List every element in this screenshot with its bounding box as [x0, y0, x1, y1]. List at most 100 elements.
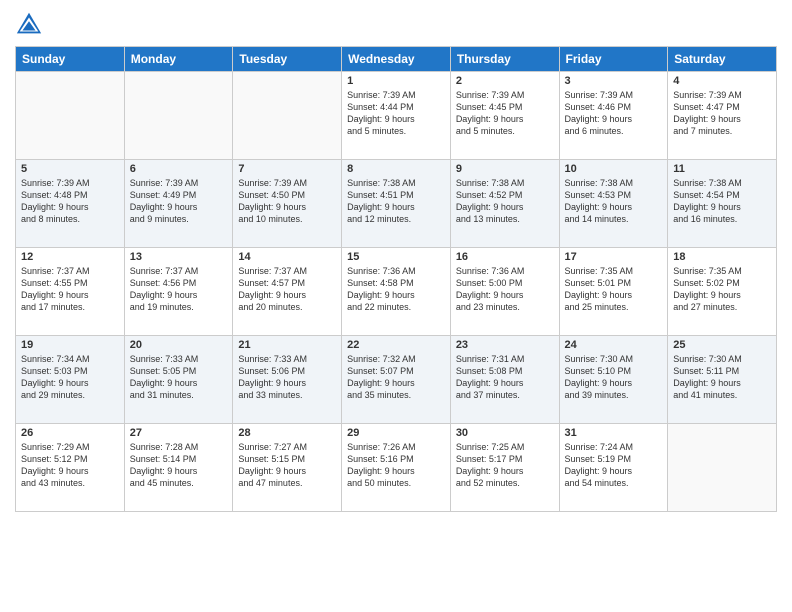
day-info: Sunrise: 7:37 AM Sunset: 4:57 PM Dayligh… — [238, 265, 336, 314]
day-number: 28 — [238, 427, 336, 439]
day-info: Sunrise: 7:38 AM Sunset: 4:52 PM Dayligh… — [456, 177, 554, 226]
calendar-table: SundayMondayTuesdayWednesdayThursdayFrid… — [15, 46, 777, 512]
day-info: Sunrise: 7:37 AM Sunset: 4:55 PM Dayligh… — [21, 265, 119, 314]
page-header — [15, 10, 777, 38]
day-info: Sunrise: 7:30 AM Sunset: 5:10 PM Dayligh… — [565, 353, 663, 402]
weekday-header-saturday: Saturday — [668, 47, 777, 72]
day-cell: 13 Sunrise: 7:37 AM Sunset: 4:56 PM Dayli… — [124, 248, 233, 336]
day-info: Sunrise: 7:32 AM Sunset: 5:07 PM Dayligh… — [347, 353, 445, 402]
day-cell: 24 Sunrise: 7:30 AM Sunset: 5:10 PM Dayli… — [559, 336, 668, 424]
day-cell — [233, 72, 342, 160]
calendar-header-row: SundayMondayTuesdayWednesdayThursdayFrid… — [16, 47, 777, 72]
day-info: Sunrise: 7:33 AM Sunset: 5:05 PM Dayligh… — [130, 353, 228, 402]
week-row-1: 1Sunrise: 7:39 AM Sunset: 4:44 PM Daylig… — [16, 72, 777, 160]
day-cell: 7 Sunrise: 7:39 AM Sunset: 4:50 PM Daylig… — [233, 160, 342, 248]
day-info: Sunrise: 7:36 AM Sunset: 4:58 PM Dayligh… — [347, 265, 445, 314]
day-info: Sunrise: 7:31 AM Sunset: 5:08 PM Dayligh… — [456, 353, 554, 402]
day-cell: 16 Sunrise: 7:36 AM Sunset: 5:00 PM Dayli… — [450, 248, 559, 336]
weekday-header-wednesday: Wednesday — [342, 47, 451, 72]
day-info: Sunrise: 7:24 AM Sunset: 5:19 PM Dayligh… — [565, 441, 663, 490]
day-number: 26 — [21, 427, 119, 439]
day-info: Sunrise: 7:27 AM Sunset: 5:15 PM Dayligh… — [238, 441, 336, 490]
day-number: 2 — [456, 75, 554, 87]
day-info: Sunrise: 7:38 AM Sunset: 4:51 PM Dayligh… — [347, 177, 445, 226]
day-number: 7 — [238, 163, 336, 175]
day-info: Sunrise: 7:36 AM Sunset: 5:00 PM Dayligh… — [456, 265, 554, 314]
day-cell: 11 Sunrise: 7:38 AM Sunset: 4:54 PM Dayli… — [668, 160, 777, 248]
day-number: 18 — [673, 251, 771, 263]
day-info: Sunrise: 7:39 AM Sunset: 4:44 PM Dayligh… — [347, 89, 445, 138]
day-number: 30 — [456, 427, 554, 439]
day-cell: 25Sunrise: 7:30 AM Sunset: 5:11 PM Dayli… — [668, 336, 777, 424]
day-number: 31 — [565, 427, 663, 439]
day-cell: 4 Sunrise: 7:39 AM Sunset: 4:47 PM Daylig… — [668, 72, 777, 160]
day-number: 9 — [456, 163, 554, 175]
day-info: Sunrise: 7:39 AM Sunset: 4:46 PM Dayligh… — [565, 89, 663, 138]
day-cell: 2 Sunrise: 7:39 AM Sunset: 4:45 PM Daylig… — [450, 72, 559, 160]
day-cell: 27Sunrise: 7:28 AM Sunset: 5:14 PM Dayli… — [124, 424, 233, 512]
day-info: Sunrise: 7:37 AM Sunset: 4:56 PM Dayligh… — [130, 265, 228, 314]
day-number: 14 — [238, 251, 336, 263]
day-number: 6 — [130, 163, 228, 175]
day-cell: 8 Sunrise: 7:38 AM Sunset: 4:51 PM Daylig… — [342, 160, 451, 248]
day-number: 22 — [347, 339, 445, 351]
day-info: Sunrise: 7:39 AM Sunset: 4:48 PM Dayligh… — [21, 177, 119, 226]
day-number: 13 — [130, 251, 228, 263]
day-cell — [16, 72, 125, 160]
day-number: 10 — [565, 163, 663, 175]
day-cell — [124, 72, 233, 160]
day-info: Sunrise: 7:39 AM Sunset: 4:47 PM Dayligh… — [673, 89, 771, 138]
weekday-header-friday: Friday — [559, 47, 668, 72]
day-info: Sunrise: 7:39 AM Sunset: 4:49 PM Dayligh… — [130, 177, 228, 226]
day-info: Sunrise: 7:25 AM Sunset: 5:17 PM Dayligh… — [456, 441, 554, 490]
day-info: Sunrise: 7:38 AM Sunset: 4:54 PM Dayligh… — [673, 177, 771, 226]
day-cell: 31 Sunrise: 7:24 AM Sunset: 5:19 PM Dayli… — [559, 424, 668, 512]
day-cell: 12 Sunrise: 7:37 AM Sunset: 4:55 PM Dayli… — [16, 248, 125, 336]
day-cell: 17 Sunrise: 7:35 AM Sunset: 5:01 PM Dayli… — [559, 248, 668, 336]
day-info: Sunrise: 7:38 AM Sunset: 4:53 PM Dayligh… — [565, 177, 663, 226]
day-cell: 15 Sunrise: 7:36 AM Sunset: 4:58 PM Dayli… — [342, 248, 451, 336]
day-number: 4 — [673, 75, 771, 87]
logo — [15, 10, 47, 38]
day-info: Sunrise: 7:26 AM Sunset: 5:16 PM Dayligh… — [347, 441, 445, 490]
week-row-5: 26 Sunrise: 7:29 AM Sunset: 5:12 PM Dayli… — [16, 424, 777, 512]
day-number: 17 — [565, 251, 663, 263]
day-info: Sunrise: 7:34 AM Sunset: 5:03 PM Dayligh… — [21, 353, 119, 402]
day-number: 11 — [673, 163, 771, 175]
day-number: 20 — [130, 339, 228, 351]
logo-icon — [15, 10, 43, 38]
day-number: 16 — [456, 251, 554, 263]
week-row-3: 12 Sunrise: 7:37 AM Sunset: 4:55 PM Dayli… — [16, 248, 777, 336]
day-info: Sunrise: 7:33 AM Sunset: 5:06 PM Dayligh… — [238, 353, 336, 402]
day-info: Sunrise: 7:29 AM Sunset: 5:12 PM Dayligh… — [21, 441, 119, 490]
day-number: 15 — [347, 251, 445, 263]
weekday-header-tuesday: Tuesday — [233, 47, 342, 72]
day-cell: 29 Sunrise: 7:26 AM Sunset: 5:16 PM Dayli… — [342, 424, 451, 512]
day-number: 12 — [21, 251, 119, 263]
day-number: 21 — [238, 339, 336, 351]
weekday-header-monday: Monday — [124, 47, 233, 72]
day-cell: 26 Sunrise: 7:29 AM Sunset: 5:12 PM Dayli… — [16, 424, 125, 512]
day-cell: 20 Sunrise: 7:33 AM Sunset: 5:05 PM Dayli… — [124, 336, 233, 424]
day-info: Sunrise: 7:39 AM Sunset: 4:45 PM Dayligh… — [456, 89, 554, 138]
page-container: SundayMondayTuesdayWednesdayThursdayFrid… — [0, 0, 792, 612]
day-info: Sunrise: 7:39 AM Sunset: 4:50 PM Dayligh… — [238, 177, 336, 226]
day-number: 29 — [347, 427, 445, 439]
week-row-2: 5Sunrise: 7:39 AM Sunset: 4:48 PM Daylig… — [16, 160, 777, 248]
day-cell: 10 Sunrise: 7:38 AM Sunset: 4:53 PM Dayli… — [559, 160, 668, 248]
day-number: 24 — [565, 339, 663, 351]
day-cell: 6 Sunrise: 7:39 AM Sunset: 4:49 PM Daylig… — [124, 160, 233, 248]
day-cell: 14 Sunrise: 7:37 AM Sunset: 4:57 PM Dayli… — [233, 248, 342, 336]
day-number: 3 — [565, 75, 663, 87]
day-info: Sunrise: 7:30 AM Sunset: 5:11 PM Dayligh… — [673, 353, 771, 402]
day-cell: 28 Sunrise: 7:27 AM Sunset: 5:15 PM Dayli… — [233, 424, 342, 512]
day-cell: 30 Sunrise: 7:25 AM Sunset: 5:17 PM Dayli… — [450, 424, 559, 512]
week-row-4: 19Sunrise: 7:34 AM Sunset: 5:03 PM Dayli… — [16, 336, 777, 424]
day-cell: 1Sunrise: 7:39 AM Sunset: 4:44 PM Daylig… — [342, 72, 451, 160]
day-info: Sunrise: 7:35 AM Sunset: 5:01 PM Dayligh… — [565, 265, 663, 314]
day-cell: 23Sunrise: 7:31 AM Sunset: 5:08 PM Dayli… — [450, 336, 559, 424]
day-number: 8 — [347, 163, 445, 175]
weekday-header-thursday: Thursday — [450, 47, 559, 72]
day-cell: 5Sunrise: 7:39 AM Sunset: 4:48 PM Daylig… — [16, 160, 125, 248]
weekday-header-sunday: Sunday — [16, 47, 125, 72]
